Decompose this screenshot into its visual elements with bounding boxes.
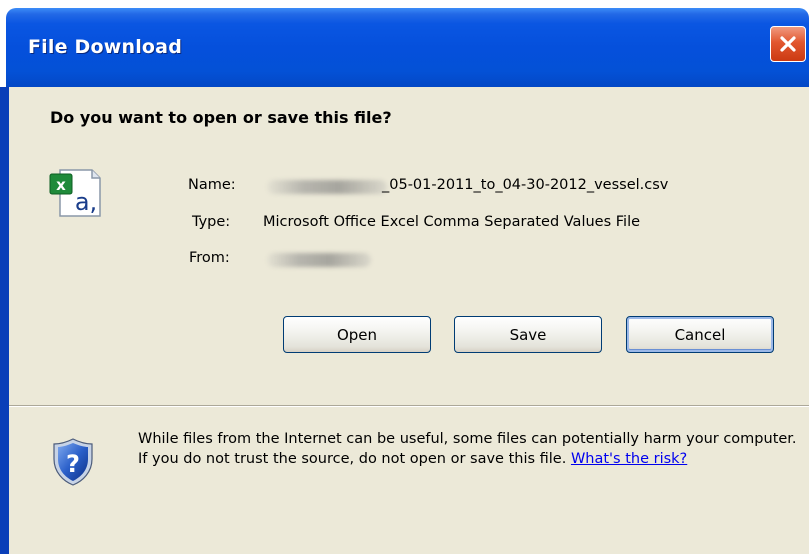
svg-text:a,: a, <box>75 188 97 216</box>
save-button[interactable]: Save <box>454 316 602 353</box>
shield-question-icon: ? <box>53 438 93 486</box>
csv-file-icon: x a, <box>49 169 101 217</box>
close-icon <box>780 36 796 52</box>
whats-the-risk-link[interactable]: What's the risk? <box>571 451 687 467</box>
file-type-value: Microsoft Office Excel Comma Separated V… <box>263 214 641 230</box>
redacted-name-prefix <box>267 180 387 194</box>
svg-text:x: x <box>56 176 66 194</box>
file-download-window: File Download Do you want to open or sav… <box>0 0 809 554</box>
redacted-source <box>267 253 371 267</box>
separator <box>9 405 809 407</box>
title-bar-gradient[interactable]: File Download <box>6 8 809 87</box>
title-bar[interactable]: File Download <box>0 0 809 87</box>
type-label: Type: <box>192 214 231 230</box>
dialog-body: Do you want to open or save this file? x… <box>9 87 809 554</box>
name-label: Name: <box>188 177 236 193</box>
warning-text: While files from the Internet can be use… <box>138 431 797 467</box>
close-button[interactable] <box>770 26 806 62</box>
open-button[interactable]: Open <box>283 316 431 353</box>
window-title: File Download <box>28 36 182 58</box>
security-warning: While files from the Internet can be use… <box>138 429 798 469</box>
svg-text:?: ? <box>66 450 80 478</box>
cancel-button[interactable]: Cancel <box>626 316 774 353</box>
from-label: From: <box>189 250 230 266</box>
file-name-value: _05-01-2011_to_04-30-2012_vessel.csv <box>382 177 669 193</box>
dialog-question: Do you want to open or save this file? <box>50 108 392 127</box>
